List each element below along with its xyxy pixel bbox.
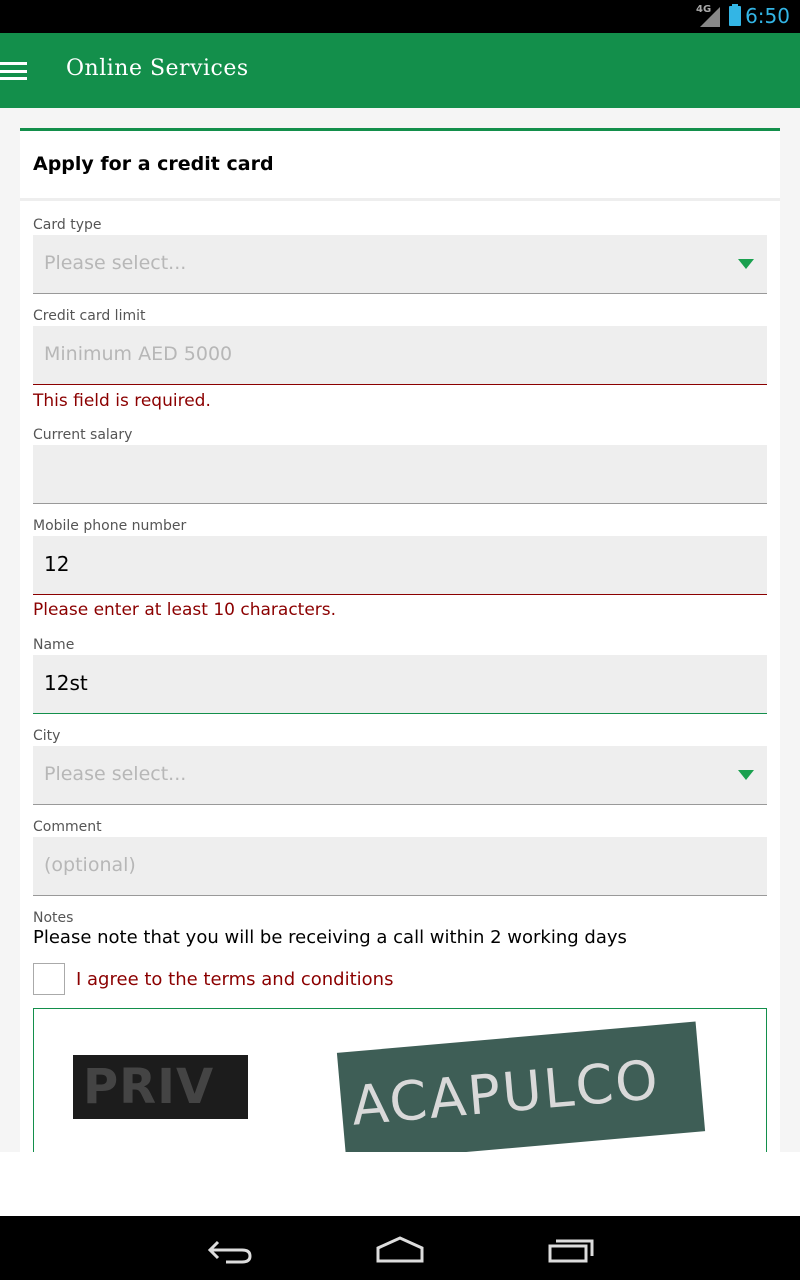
mobile-label: Mobile phone number bbox=[33, 518, 187, 534]
name-label: Name bbox=[33, 637, 75, 653]
city-select[interactable]: Please select... bbox=[33, 746, 767, 805]
signal-icon bbox=[700, 7, 720, 27]
comment-input[interactable]: (optional) bbox=[33, 837, 767, 896]
captcha-image: PRIV ACAPULCO bbox=[33, 1008, 767, 1152]
clock: 6:50 bbox=[745, 4, 790, 28]
city-placeholder: Please select... bbox=[44, 763, 187, 785]
salary-input[interactable] bbox=[33, 445, 767, 504]
captcha-word-2: ACAPULCO bbox=[336, 1021, 706, 1152]
card-type-label: Card type bbox=[33, 217, 102, 233]
notes-text: Please note that you will be receiving a… bbox=[33, 927, 627, 948]
mobile-value: 12 bbox=[44, 552, 70, 576]
notes-label: Notes bbox=[33, 910, 74, 926]
mobile-error: Please enter at least 10 characters. bbox=[33, 600, 337, 620]
credit-limit-error: This field is required. bbox=[33, 391, 211, 411]
captcha-word-1: PRIV bbox=[73, 1055, 248, 1119]
battery-icon bbox=[729, 6, 741, 26]
bottom-spacer bbox=[0, 1152, 800, 1216]
mobile-input[interactable]: 12 bbox=[33, 536, 767, 595]
form-title: Apply for a credit card bbox=[33, 153, 274, 175]
comment-placeholder: (optional) bbox=[44, 854, 136, 876]
card-type-placeholder: Please select... bbox=[44, 252, 187, 274]
terms-checkbox[interactable] bbox=[33, 963, 65, 995]
salary-label: Current salary bbox=[33, 427, 133, 443]
city-label: City bbox=[33, 728, 61, 744]
status-bar: 4G 6:50 bbox=[0, 0, 800, 33]
form-header: Apply for a credit card bbox=[20, 131, 780, 201]
app-bar: Online Services bbox=[0, 33, 800, 108]
name-input[interactable]: 12st bbox=[33, 655, 767, 714]
menu-icon[interactable] bbox=[0, 62, 27, 80]
app-title: Online Services bbox=[66, 56, 249, 81]
chevron-down-icon bbox=[738, 259, 754, 269]
credit-limit-input[interactable]: Minimum AED 5000 bbox=[33, 326, 767, 385]
recent-apps-icon[interactable] bbox=[547, 1234, 595, 1264]
terms-label[interactable]: I agree to the terms and conditions bbox=[76, 969, 393, 990]
system-nav-bar bbox=[0, 1216, 800, 1280]
name-value: 12st bbox=[44, 671, 88, 695]
credit-card-form: Apply for a credit card Card type Please… bbox=[20, 128, 780, 1152]
credit-limit-placeholder: Minimum AED 5000 bbox=[44, 343, 233, 365]
back-icon[interactable] bbox=[206, 1234, 254, 1264]
credit-limit-label: Credit card limit bbox=[33, 308, 146, 324]
chevron-down-icon bbox=[738, 770, 754, 780]
comment-label: Comment bbox=[33, 819, 102, 835]
card-type-select[interactable]: Please select... bbox=[33, 235, 767, 294]
home-icon[interactable] bbox=[375, 1234, 425, 1264]
